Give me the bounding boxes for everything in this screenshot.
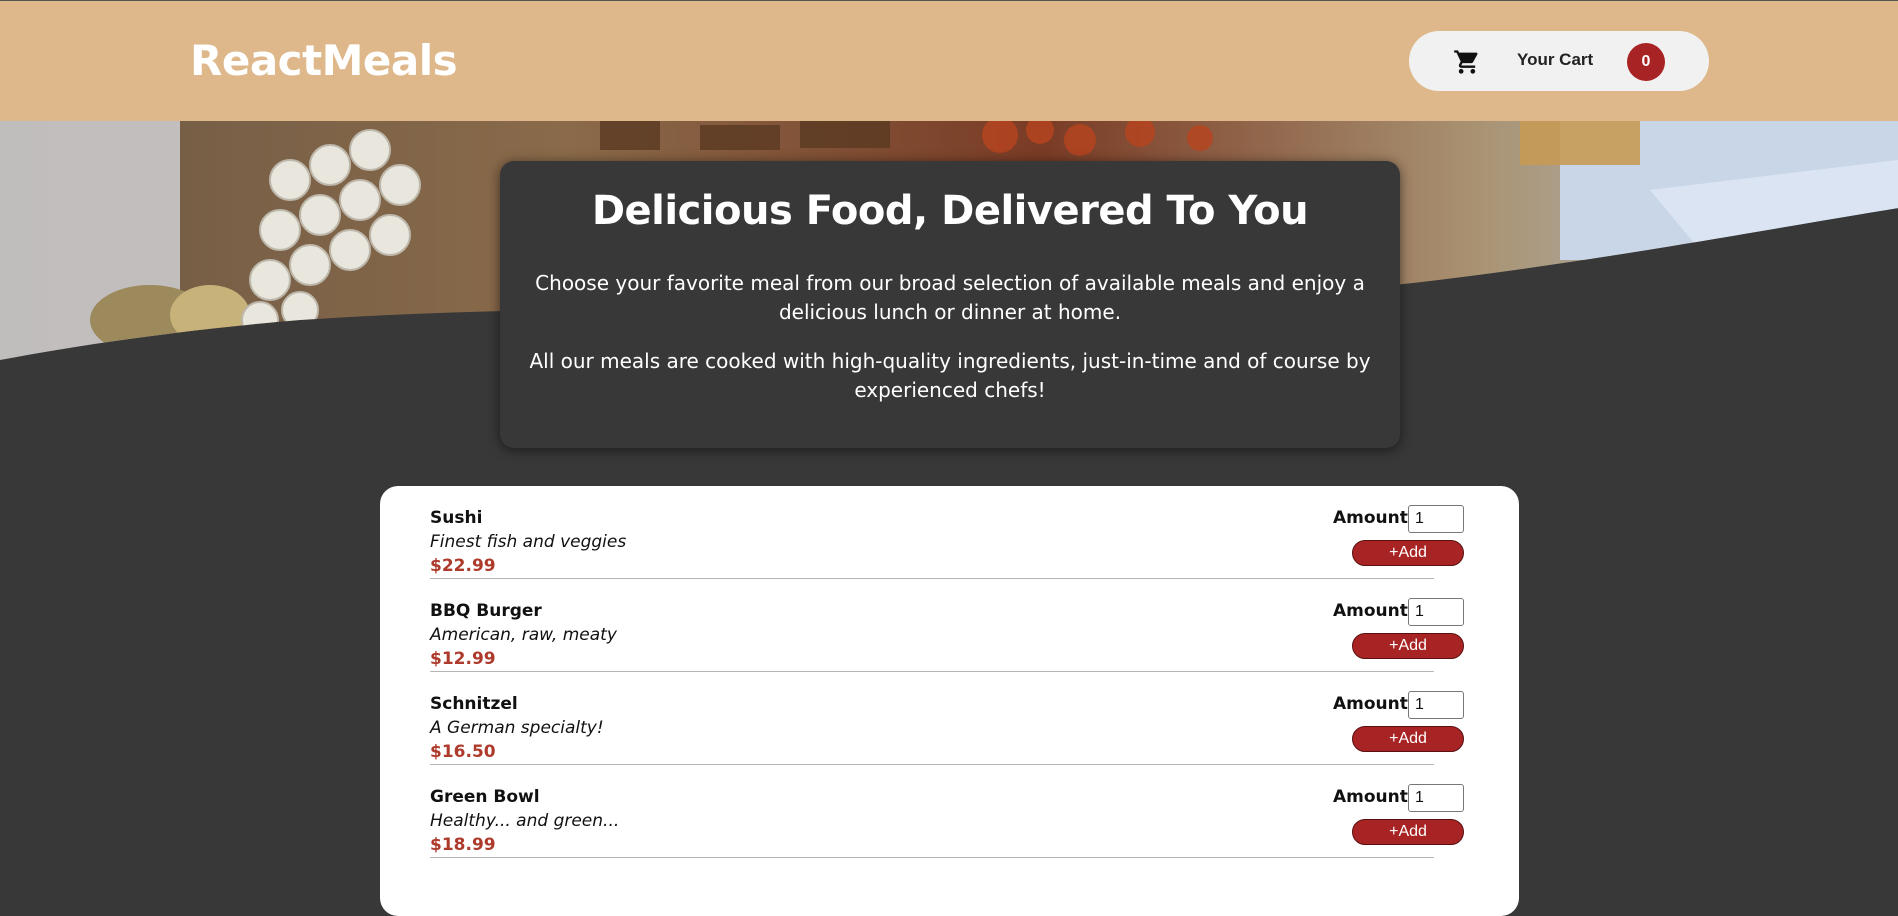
cart-button[interactable]: Your Cart 0 <box>1409 31 1709 91</box>
cart-label: Your Cart <box>1517 50 1594 69</box>
amount-input[interactable] <box>1408 598 1464 626</box>
cart-icon <box>1453 48 1481 76</box>
meal-name: Sushi <box>430 508 483 528</box>
meal-item-sushi: Sushi Finest fish and veggies $22.99 Amo… <box>430 486 1464 579</box>
summary-title: Delicious Food, Delivered To You <box>591 188 1309 234</box>
brand-logo: ReactMeals <box>190 36 458 85</box>
amount-input[interactable] <box>1408 691 1464 719</box>
top-border <box>0 0 1898 1</box>
meal-description: Healthy... and green... <box>430 811 620 831</box>
meal-price: $18.99 <box>430 835 496 855</box>
meal-description: A German specialty! <box>430 718 604 738</box>
meal-description: Finest fish and veggies <box>430 532 627 552</box>
meal-name: Green Bowl <box>430 787 540 807</box>
amount-label: Amount <box>1333 601 1408 621</box>
meals-list: Sushi Finest fish and veggies $22.99 Amo… <box>380 486 1519 916</box>
add-button[interactable]: +Add <box>1352 633 1464 659</box>
cart-count-badge: 0 <box>1627 43 1665 81</box>
amount-label: Amount <box>1333 508 1408 528</box>
summary-paragraph-1: Choose your favorite meal from our broad… <box>535 271 1365 324</box>
add-button[interactable]: +Add <box>1352 726 1464 752</box>
add-button[interactable]: +Add <box>1352 540 1464 566</box>
meal-name: BBQ Burger <box>430 601 542 621</box>
meal-item-schnitzel: Schnitzel A German specialty! $16.50 Amo… <box>430 672 1464 765</box>
amount-label: Amount <box>1333 787 1408 807</box>
meals-summary: Delicious Food, Delivered To You Choose … <box>500 161 1400 448</box>
amount-input[interactable] <box>1408 505 1464 533</box>
meal-name: Schnitzel <box>430 694 518 714</box>
meal-price: $22.99 <box>430 556 496 576</box>
meal-price: $16.50 <box>430 742 496 762</box>
app-header: ReactMeals Your Cart 0 <box>0 0 1898 121</box>
meal-price: $12.99 <box>430 649 496 669</box>
meal-description: American, raw, meaty <box>430 625 617 645</box>
summary-paragraph-2: All our meals are cooked with high-quali… <box>529 349 1371 402</box>
amount-input[interactable] <box>1408 784 1464 812</box>
meal-item-bbq-burger: BBQ Burger American, raw, meaty $12.99 A… <box>430 579 1464 672</box>
meal-item-green-bowl: Green Bowl Healthy... and green... $18.9… <box>430 765 1464 858</box>
add-button[interactable]: +Add <box>1352 819 1464 845</box>
amount-label: Amount <box>1333 694 1408 714</box>
